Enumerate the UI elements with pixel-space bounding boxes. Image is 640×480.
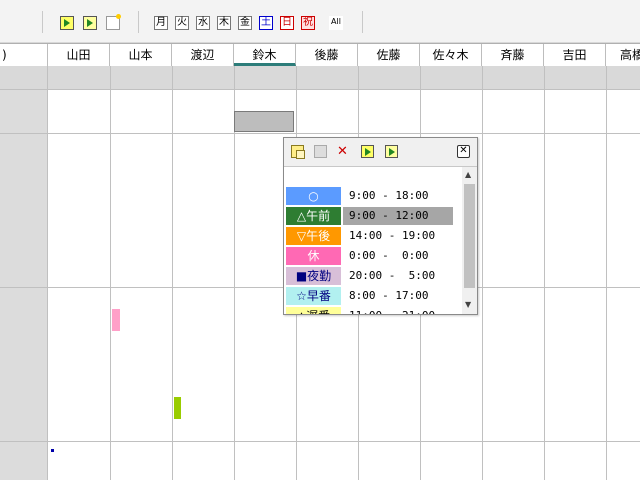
header-staff-watanabe[interactable]: 渡辺 xyxy=(172,44,234,66)
scroll-down-icon[interactable]: ▼ xyxy=(465,300,471,309)
grid-col-line xyxy=(172,66,173,480)
shift-time: 20:00 - 5:00 xyxy=(349,269,436,282)
selected-cell[interactable] xyxy=(234,111,294,132)
scrollbar[interactable]: ▲ ▼ xyxy=(462,167,477,314)
shift-symbol: △午前 xyxy=(286,207,341,225)
shift-symbol: 休 xyxy=(286,247,341,265)
play-icon[interactable] xyxy=(361,145,374,158)
scroll-thumb[interactable] xyxy=(464,184,475,288)
header-staff-yamamoto[interactable]: 山本 xyxy=(110,44,172,66)
row-label[interactable] xyxy=(0,134,47,287)
shift-time: 9:00 - 12:00 xyxy=(343,207,453,225)
close-icon[interactable]: ✕ xyxy=(457,145,470,158)
shift-option[interactable]: △午前 9:00 - 12:00 xyxy=(286,207,456,226)
day-filter-mon[interactable]: 月 xyxy=(154,16,168,30)
day-filter-sat[interactable]: 土 xyxy=(259,16,273,30)
grid-col-line xyxy=(482,66,483,480)
shift-time: 11:00 - 21:00 xyxy=(343,307,453,314)
shift-marker-green[interactable] xyxy=(174,397,181,419)
delete-icon[interactable]: ✕ xyxy=(336,145,349,158)
toolbar-separator xyxy=(42,11,43,33)
play-next-icon[interactable] xyxy=(83,16,97,30)
header-staff-goto[interactable]: 後藤 xyxy=(296,44,358,66)
row-label[interactable] xyxy=(0,442,47,480)
toolbar-separator xyxy=(362,11,363,33)
shift-time: 9:00 - 18:00 xyxy=(349,189,429,202)
shift-symbol: ▽午後 xyxy=(286,227,341,245)
day-filter-thu[interactable]: 木 xyxy=(217,16,231,30)
shift-time: 14:00 - 19:00 xyxy=(349,229,436,242)
new-document-icon[interactable] xyxy=(106,14,121,30)
play-icon[interactable] xyxy=(60,16,74,30)
day-filter-wed[interactable]: 水 xyxy=(196,16,210,30)
grid-col-line xyxy=(110,66,111,480)
shift-option[interactable]: ■夜勤 20:00 - 5:00 xyxy=(286,267,456,286)
day-filter-fri[interactable]: 金 xyxy=(238,16,252,30)
header-staff-sato[interactable]: 佐藤 xyxy=(358,44,420,66)
grid-col-line xyxy=(606,66,607,480)
shift-list: ○ 9:00 - 18:00 △午前 9:00 - 12:00 ▽午後 14:00 - 1… xyxy=(284,167,462,314)
shift-symbol: ■夜勤 xyxy=(286,267,341,285)
shift-option[interactable]: ▲遅番11:00 - 21:00 xyxy=(286,307,456,314)
row-label[interactable] xyxy=(0,288,47,441)
copy-icon[interactable] xyxy=(291,145,305,159)
shift-symbol: ○ xyxy=(286,187,341,205)
shift-option[interactable]: ○ 9:00 - 18:00 xyxy=(286,187,456,206)
play-next-icon[interactable] xyxy=(385,145,398,158)
header-date-column: ) xyxy=(0,44,48,66)
day-filter-sun[interactable]: 日 xyxy=(280,16,294,30)
header-staff-saito[interactable]: 斉藤 xyxy=(482,44,544,66)
header-staff-yoshida[interactable]: 吉田 xyxy=(544,44,606,66)
paste-icon[interactable] xyxy=(314,145,327,158)
popup-toolbar: ✕ ✕ xyxy=(284,138,477,167)
shift-option[interactable]: ☆早番 8:00 - 17:00 xyxy=(286,287,456,306)
shift-option[interactable]: 休 0:00 - 0:00 xyxy=(286,247,456,266)
shift-time: 8:00 - 17:00 xyxy=(349,289,429,302)
shift-symbol: ▲遅番 xyxy=(286,307,341,314)
grid-col-line xyxy=(544,66,545,480)
toolbar-separator xyxy=(138,11,139,33)
shift-picker-popup: ✕ ✕ ○ 9:00 - 18:00 △午前 9:00 - 12:00 ▽午後 14:00… xyxy=(283,137,478,315)
scroll-up-icon[interactable]: ▲ xyxy=(465,170,471,179)
shift-symbol: ☆早番 xyxy=(286,287,341,305)
header-staff-yamada[interactable]: 山田 xyxy=(48,44,110,66)
header-staff-suzuki[interactable]: 鈴木 xyxy=(234,44,296,66)
shift-option[interactable]: ▽午後 14:00 - 19:00 xyxy=(286,227,456,246)
shift-marker-blue[interactable] xyxy=(51,449,54,452)
header-staff-takahashi[interactable]: 高橋 xyxy=(606,44,640,66)
header-staff-sasaki[interactable]: 佐々木 xyxy=(420,44,482,66)
row-label[interactable] xyxy=(0,90,47,133)
day-filter-holiday[interactable]: 祝 xyxy=(301,16,315,30)
toolbar: 月 火 水 木 金 土 日 祝 All xyxy=(0,0,640,43)
grid-col-line xyxy=(47,66,48,480)
day-filter-all[interactable]: All xyxy=(329,16,343,30)
shift-time: 0:00 - 0:00 xyxy=(349,249,429,262)
shift-marker-pink[interactable] xyxy=(112,309,120,331)
day-filter-tue[interactable]: 火 xyxy=(175,16,189,30)
